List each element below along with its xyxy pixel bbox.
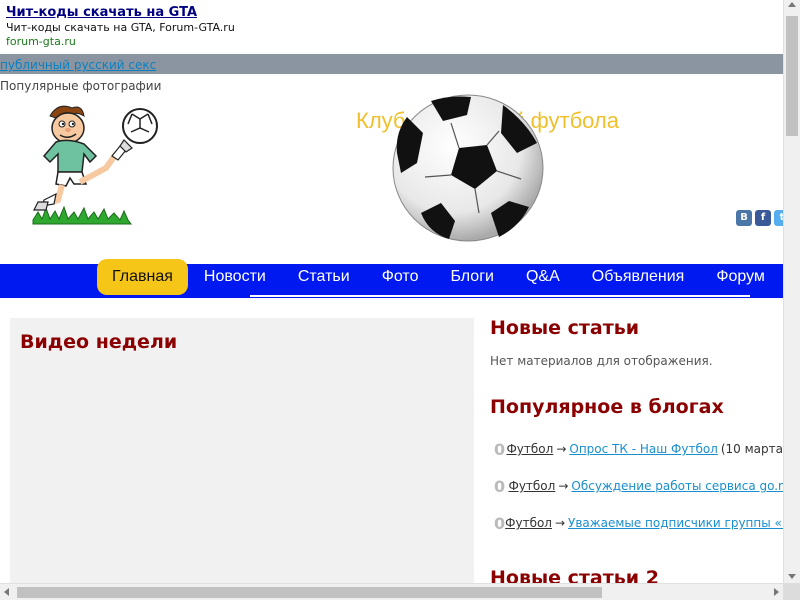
scroll-left-icon[interactable]	[4, 588, 9, 596]
blog-category-link[interactable]: Футбол	[508, 479, 555, 493]
popular-blogs-title: Популярное в блогах	[490, 396, 724, 418]
nav-item-home[interactable]: Главная	[97, 259, 188, 295]
horizontal-scroll-thumb[interactable]	[17, 587, 602, 598]
ad-url[interactable]: forum-gta.ru	[6, 35, 783, 48]
scrollbar-corner	[783, 583, 800, 600]
popular-photos-label: Популярные фотографии	[0, 79, 162, 93]
main-nav: Главная Новости Статьи Фото Блоги Q&A Об…	[97, 259, 781, 295]
blog-category-link[interactable]: Футбол	[506, 442, 553, 456]
social-icons: B f t	[736, 210, 790, 226]
blog-item: 0 Футбол → Обсуждение работы сервиса go.…	[494, 475, 783, 497]
scroll-right-icon[interactable]	[774, 588, 779, 596]
new-articles-title: Новые статьи	[490, 317, 640, 339]
scroll-up-icon[interactable]	[788, 2, 796, 7]
blog-item: 0 Футбол → Уважаемые подписчики группы «…	[494, 512, 783, 534]
nav-item-blogs[interactable]: Блоги	[434, 259, 510, 295]
blog-title-link[interactable]: Опрос ТК - Наш Футбол	[569, 442, 717, 456]
nav-item-qa[interactable]: Q&A	[510, 259, 576, 295]
blog-comment-count: 0	[494, 439, 506, 459]
horizontal-scrollbar[interactable]	[0, 583, 783, 600]
blog-comment-count: 0	[494, 513, 506, 533]
nav-item-news[interactable]: Новости	[188, 259, 282, 295]
no-materials-text: Нет материалов для отображения.	[490, 354, 713, 368]
arrow-icon: →	[556, 442, 567, 456]
ad-block[interactable]: Чит-коды скачать на GTA Чит-коды скачать…	[0, 0, 783, 54]
nav-item-forum[interactable]: Форум	[700, 259, 781, 295]
scroll-down-icon[interactable]	[788, 574, 796, 579]
nav-item-ads[interactable]: Объявления	[576, 259, 701, 295]
player-figure	[33, 105, 133, 211]
ad-title-link[interactable]: Чит-коды скачать на GTA	[6, 5, 783, 21]
soccer-ball-icon	[392, 94, 544, 242]
blog-title-link[interactable]: Уважаемые подписчики группы «Н	[568, 516, 783, 530]
top-link-bar: публичный русский секс	[0, 54, 783, 74]
vk-icon[interactable]: B	[736, 210, 752, 226]
arrow-icon: →	[558, 479, 569, 493]
nav-underline	[250, 295, 750, 297]
vertical-scrollbar[interactable]	[783, 0, 800, 583]
ad-description: Чит-коды скачать на GTA, Forum-GTA.ru	[6, 21, 235, 34]
blog-category-link[interactable]: Футбол	[505, 516, 552, 530]
blog-title-link[interactable]: Обсуждение работы сервиса go.r	[571, 479, 783, 493]
nav-item-photo[interactable]: Фото	[366, 259, 435, 295]
video-of-week-panel	[10, 318, 474, 600]
top-bar-link[interactable]: публичный русский секс	[0, 58, 156, 72]
football-player-logo[interactable]	[28, 98, 163, 228]
facebook-icon[interactable]: f	[755, 210, 771, 226]
blog-item: 0 Футбол → Опрос ТК - Наш Футбол (10 мар…	[494, 438, 783, 460]
nav-item-articles[interactable]: Статьи	[282, 259, 366, 295]
small-ball-icon	[122, 108, 158, 144]
blog-comment-count: 0	[494, 476, 506, 496]
blog-date: (10 марта	[720, 442, 783, 456]
grass-icon	[32, 205, 132, 225]
vertical-scroll-thumb[interactable]	[786, 16, 798, 136]
video-of-week-title: Видео недели	[20, 331, 178, 353]
arrow-icon: →	[554, 516, 566, 530]
